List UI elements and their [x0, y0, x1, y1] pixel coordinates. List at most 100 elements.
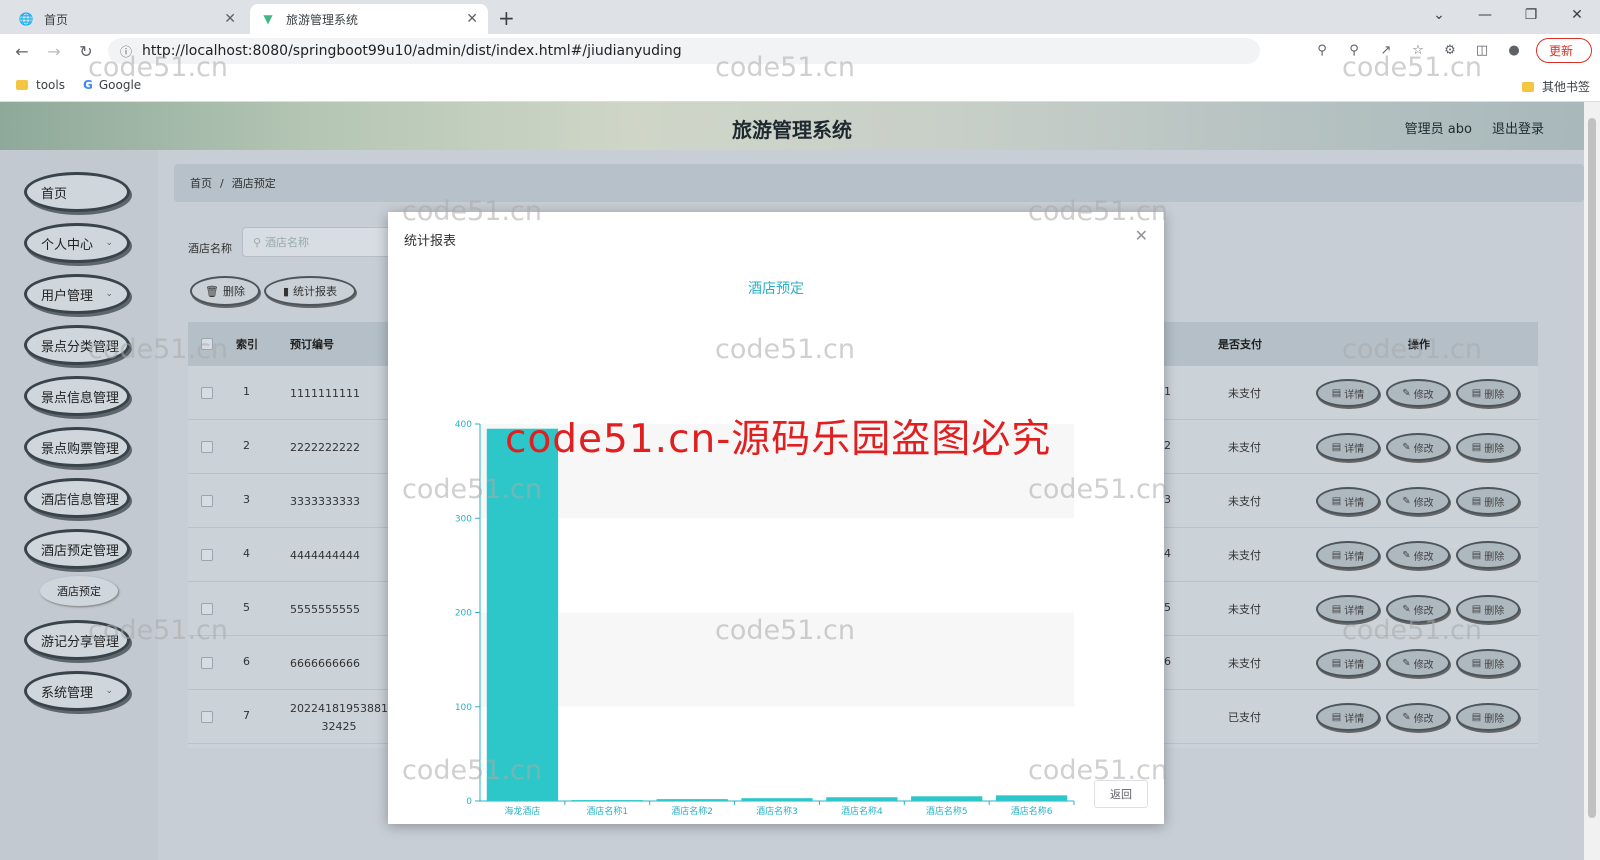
- row-checkbox[interactable]: [201, 657, 213, 669]
- delete-button[interactable]: 🗑 删除: [190, 276, 260, 306]
- edit-button[interactable]: ✎ 修改: [1386, 379, 1450, 407]
- extensions-icon[interactable]: ⚙: [1440, 43, 1460, 58]
- minimize-icon[interactable]: —: [1462, 0, 1508, 30]
- back-arrow-icon[interactable]: ←: [6, 42, 38, 61]
- detail-button[interactable]: ▤ 详情: [1316, 703, 1380, 731]
- forward-arrow-icon[interactable]: →: [38, 42, 70, 61]
- scrollbar-thumb[interactable]: [1588, 118, 1596, 818]
- key-icon[interactable]: ⚲: [1312, 43, 1332, 58]
- bookmarks-bar: tools G Google 其他书签: [0, 68, 1600, 102]
- breadcrumb-home[interactable]: 首页: [190, 175, 212, 191]
- app-header: 旅游管理系统 管理员 abo 退出登录: [0, 102, 1584, 150]
- tab-search-icon[interactable]: ⌄: [1416, 0, 1462, 30]
- trash-icon: ▤: [1471, 603, 1482, 615]
- bookmark-google[interactable]: G Google: [83, 78, 141, 92]
- browser-toolbar: ← → ↻ ⓘ http://localhost:8080/springboot…: [0, 34, 1600, 68]
- row-checkbox[interactable]: [201, 711, 213, 723]
- bookmark-tools[interactable]: tools: [16, 78, 65, 92]
- row-delete-button[interactable]: ▤ 删除: [1456, 433, 1520, 461]
- delete-label: 删除: [222, 285, 245, 298]
- cell-paid: 未支付: [1228, 603, 1261, 616]
- browser-tab-active[interactable]: ▼ 旅游管理系统 ✕: [250, 4, 488, 34]
- row-delete-button[interactable]: ▤ 删除: [1456, 649, 1520, 677]
- detail-button[interactable]: ▤ 详情: [1316, 649, 1380, 677]
- profile-icon[interactable]: ●: [1504, 43, 1524, 58]
- row-delete-button[interactable]: ▤ 删除: [1456, 541, 1520, 569]
- cell-index: 7: [243, 709, 250, 722]
- zoom-icon[interactable]: ⚲: [1344, 43, 1364, 58]
- other-bookmarks[interactable]: 其他书签: [1521, 78, 1590, 95]
- detail-button[interactable]: ▤ 详情: [1316, 379, 1380, 407]
- select-all-checkbox[interactable]: [201, 338, 213, 350]
- detail-button[interactable]: ▤ 详情: [1316, 487, 1380, 515]
- header-order-no[interactable]: 预订编号: [290, 336, 334, 352]
- sidepanel-icon[interactable]: ◫: [1472, 43, 1492, 58]
- sidebar-item-users[interactable]: 用户管理 ⌄: [24, 274, 130, 314]
- browser-tab-home[interactable]: 🌐 首页 ✕: [8, 4, 246, 34]
- detail-button[interactable]: ▤ 详情: [1316, 433, 1380, 461]
- sidebar-item-label: 景点分类管理: [41, 339, 120, 355]
- edit-icon: ✎: [1402, 387, 1411, 399]
- share-icon[interactable]: ↗: [1376, 43, 1396, 58]
- row-delete-button[interactable]: ▤ 删除: [1456, 703, 1520, 731]
- sidebar-item-label: 游记分享管理: [41, 634, 120, 650]
- stats-report-button[interactable]: ▮ 统计报表: [264, 276, 356, 306]
- update-button[interactable]: 更新: [1535, 38, 1592, 63]
- sidebar-item-spot-ticket[interactable]: 景点购票管理: [24, 427, 130, 467]
- row-checkbox[interactable]: [201, 441, 213, 453]
- logout-link[interactable]: 退出登录: [1492, 118, 1544, 137]
- cell-paid: 未支付: [1228, 549, 1261, 562]
- address-bar[interactable]: ⓘ http://localhost:8080/springboot99u10/…: [108, 38, 1260, 64]
- window-close-icon[interactable]: ✕: [1554, 0, 1600, 30]
- sidebar-item-label: 景点购票管理: [41, 441, 120, 457]
- doc-icon: ▤: [1331, 441, 1342, 453]
- sidebar-item-home[interactable]: 首页: [24, 172, 130, 212]
- edit-button[interactable]: ✎ 修改: [1386, 487, 1450, 515]
- edit-icon: ✎: [1402, 441, 1411, 453]
- row-delete-label: 删除: [1484, 659, 1505, 671]
- restore-icon[interactable]: ❐: [1508, 0, 1554, 30]
- close-icon[interactable]: ✕: [466, 11, 478, 27]
- sidebar-item-system[interactable]: 系统管理 ⌄: [24, 671, 130, 711]
- row-delete-button[interactable]: ▤ 删除: [1456, 487, 1520, 515]
- back-button[interactable]: 返回: [1094, 780, 1148, 808]
- row-delete-button[interactable]: ▤ 删除: [1456, 379, 1520, 407]
- x-tick-label: 酒店名称2: [671, 805, 713, 817]
- edit-button[interactable]: ✎ 修改: [1386, 649, 1450, 677]
- sidebar-item-spot-category[interactable]: 景点分类管理: [24, 325, 130, 365]
- detail-label: 详情: [1344, 443, 1365, 455]
- detail-button[interactable]: ▤ 详情: [1316, 595, 1380, 623]
- sidebar-item-travelogue[interactable]: 游记分享管理: [24, 620, 130, 660]
- sidebar-subitem-hotel-booking[interactable]: 酒店预定: [40, 576, 118, 606]
- row-checkbox[interactable]: [201, 549, 213, 561]
- trash-icon: ▤: [1471, 495, 1482, 507]
- sidebar-item-profile[interactable]: 个人中心 ⌄: [24, 223, 130, 263]
- row-delete-label: 删除: [1484, 389, 1505, 401]
- page-scrollbar[interactable]: [1584, 102, 1600, 860]
- close-icon[interactable]: ✕: [224, 11, 236, 27]
- row-delete-button[interactable]: ▤ 删除: [1456, 595, 1520, 623]
- row-checkbox[interactable]: [201, 387, 213, 399]
- new-tab-icon[interactable]: +: [498, 6, 515, 30]
- x-tick-label: 酒店名称5: [926, 805, 968, 817]
- sidebar-item-label: 景点信息管理: [41, 390, 120, 406]
- doc-icon: ▤: [1331, 495, 1342, 507]
- search-input[interactable]: ⚲ 酒店名称: [242, 227, 392, 257]
- edit-button[interactable]: ✎ 修改: [1386, 703, 1450, 731]
- edit-button[interactable]: ✎ 修改: [1386, 541, 1450, 569]
- star-icon[interactable]: ☆: [1408, 43, 1428, 58]
- row-checkbox[interactable]: [201, 603, 213, 615]
- reload-icon[interactable]: ↻: [70, 42, 102, 61]
- edit-button[interactable]: ✎ 修改: [1386, 595, 1450, 623]
- row-checkbox[interactable]: [201, 495, 213, 507]
- detail-button[interactable]: ▤ 详情: [1316, 541, 1380, 569]
- row-delete-label: 删除: [1484, 443, 1505, 455]
- info-icon[interactable]: ⓘ: [120, 43, 132, 60]
- sidebar-item-hotel-booking[interactable]: 酒店预定管理: [24, 529, 130, 569]
- edit-button[interactable]: ✎ 修改: [1386, 433, 1450, 461]
- sidebar-item-hotel-info[interactable]: 酒店信息管理: [24, 478, 130, 518]
- sidebar-item-spot-info[interactable]: 景点信息管理: [24, 376, 130, 416]
- header-paid[interactable]: 是否支付: [1218, 336, 1262, 352]
- globe-icon: 🌐: [18, 12, 34, 26]
- detail-label: 详情: [1344, 389, 1365, 401]
